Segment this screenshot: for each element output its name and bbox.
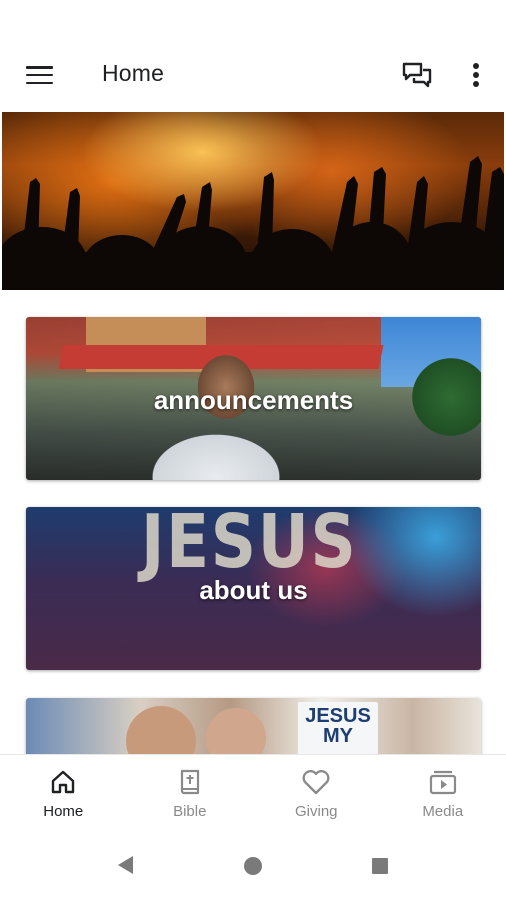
nav-label: Media xyxy=(422,803,464,820)
announcements-card[interactable]: announcements xyxy=(26,317,481,480)
hamburger-menu-icon xyxy=(25,66,53,84)
page-title: Home xyxy=(102,60,165,86)
chat-button[interactable] xyxy=(398,57,436,93)
nav-label: Home xyxy=(43,803,84,820)
recent-apps-icon[interactable] xyxy=(372,858,388,874)
nav-item-giving[interactable]: Giving xyxy=(253,755,380,831)
nav-item-home[interactable]: Home xyxy=(0,755,127,831)
status-bar xyxy=(0,0,506,40)
about-us-card[interactable]: JESUS about us xyxy=(26,507,481,670)
nav-item-bible[interactable]: Bible xyxy=(127,755,254,831)
home-feed[interactable]: announcements JESUS about us JESUS MY xyxy=(0,112,506,754)
nav-label: Giving xyxy=(294,803,338,820)
heart-icon xyxy=(302,770,330,795)
more-vert-icon xyxy=(473,63,479,87)
media-play-icon xyxy=(429,770,456,795)
nav-label: Bible xyxy=(173,803,207,820)
nav-item-media[interactable]: Media xyxy=(380,755,506,831)
card-image-text: JESUS xyxy=(141,507,358,585)
home-icon xyxy=(52,770,75,794)
hero-crowd-silhouette xyxy=(2,156,504,290)
chat-bubbles-icon xyxy=(402,62,432,88)
bottom-navigation: Home Bible Giving Media xyxy=(0,754,506,831)
card-title: about us xyxy=(199,575,308,605)
outreach-card[interactable]: JESUS MY xyxy=(26,698,481,754)
app-bar: Home xyxy=(0,40,506,110)
system-navigation-bar xyxy=(0,830,506,900)
more-options-button[interactable] xyxy=(458,57,494,93)
bible-icon xyxy=(180,769,199,795)
home-circle-icon[interactable] xyxy=(244,857,262,875)
card-image-text: JESUS MY xyxy=(298,702,378,754)
hero-banner-image[interactable] xyxy=(2,112,504,290)
menu-button[interactable] xyxy=(20,57,58,93)
back-icon[interactable] xyxy=(118,856,133,874)
card-title: announcements xyxy=(153,385,354,415)
